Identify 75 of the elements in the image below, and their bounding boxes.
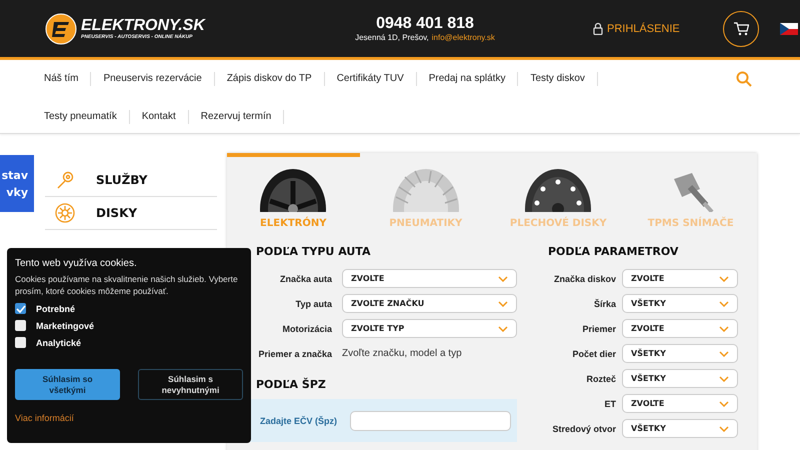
field-label: Značka diskov	[552, 274, 616, 284]
field-label: Značka auta	[278, 274, 332, 284]
steel-rim-icon	[523, 167, 594, 212]
field-label: Rozteč	[585, 374, 616, 384]
cart-button[interactable]	[722, 10, 759, 46]
field-label: Zadajte EČV (Špz)	[260, 416, 338, 426]
phone-number: 0948 401 818	[376, 15, 474, 33]
dropdown-field[interactable]: ZVOLTE ZNAČKU	[342, 294, 517, 313]
chevron-down-icon	[498, 300, 508, 306]
field-label: Šírka	[592, 298, 616, 308]
chevron-down-icon	[719, 276, 729, 282]
chevron-down-icon	[719, 350, 729, 356]
nav-link[interactable]: Testy pneumatík	[32, 110, 130, 124]
field-label: Počet dier	[571, 348, 616, 358]
nav-link[interactable]: Pneuservis rezervácie	[91, 72, 215, 86]
dropdown-field[interactable]: ZVOĽTE	[622, 319, 738, 338]
wheel-icon	[55, 203, 75, 223]
chevron-down-icon	[719, 376, 729, 382]
field-label: Priemer	[581, 324, 616, 334]
checkbox[interactable]	[15, 303, 26, 314]
nav-link[interactable]: Zápis diskov do TP	[214, 72, 325, 86]
field-label: ET	[603, 398, 616, 408]
section-heading: PODĽA TYPU AUTA	[256, 244, 372, 260]
plate-input-field[interactable]	[350, 410, 512, 430]
dialog-text: Cookies používame na skvalitnenie našich služieb. Vyberte prosím, ktoré cookies môžeme používať.	[15, 273, 239, 297]
chevron-down-icon	[719, 300, 729, 306]
sidebar-category[interactable]: DISKY	[45, 197, 217, 230]
nav-link[interactable]: Testy diskov	[518, 72, 598, 86]
address-text: Jesenná 1D, Prešov,	[355, 33, 429, 42]
dropdown-field[interactable]: ZVOĽTE	[622, 269, 738, 288]
sidebar-category[interactable]: SLUŽBY	[45, 164, 217, 197]
section-heading: PODĽA PARAMETROV	[548, 244, 680, 260]
logo-text[interactable]: ELEKTRONY.SK	[81, 16, 205, 34]
field-label: Typ auta	[294, 298, 332, 308]
chevron-down-icon	[719, 426, 729, 432]
checkbox-label: Analytické	[36, 338, 82, 348]
nav-link[interactable]: Kontakt	[130, 110, 189, 124]
hint-text: Zvoľte značku, model a typ	[342, 348, 462, 359]
nav-link[interactable]: Certifikáty TUV	[324, 72, 417, 86]
padlock-icon	[593, 22, 603, 35]
dropdown-field[interactable]: ZVOLTE	[342, 269, 517, 288]
alloy-wheel-icon	[258, 167, 328, 212]
dropdown-field[interactable]: VŠETKY	[622, 344, 738, 363]
tire-icon	[390, 167, 461, 212]
dropdown-field[interactable]: ZVOLTE TYP	[342, 319, 517, 338]
cart-icon	[732, 21, 749, 36]
checkbox[interactable]	[15, 320, 26, 331]
field-label: Priemer a značka	[257, 348, 332, 358]
field-label: Stredový otvor	[551, 424, 616, 434]
dropdown-field[interactable]: VŠETKY	[622, 294, 738, 313]
field-label: Motorizácia	[281, 324, 332, 334]
nav-link[interactable]: Náš tím	[32, 72, 92, 86]
nav-link[interactable]: Predaj na splátky	[416, 72, 518, 86]
chevron-down-icon	[719, 400, 729, 406]
checkbox[interactable]	[15, 337, 26, 348]
dropdown-field[interactable]: VŠETKY	[622, 369, 738, 388]
dropdown-field[interactable]: VŠETKY	[622, 419, 738, 438]
flag-icon[interactable]	[780, 22, 798, 34]
logo-icon	[45, 12, 77, 44]
nav-link[interactable]: Rezervuj termín	[188, 110, 284, 124]
chevron-down-icon	[719, 326, 729, 332]
dialog-title: Tento web využíva cookies.	[15, 258, 138, 269]
configurator-button[interactable]: stav vky	[0, 155, 34, 212]
checkmark-icon	[16, 304, 26, 312]
more-info-link[interactable]: Viac informácií	[15, 413, 243, 423]
checkbox-label: Marketingové	[36, 320, 94, 330]
checkbox-label: Potrebné	[36, 304, 76, 314]
accept-all-button[interactable]: Súhlasim so všetkými	[15, 369, 120, 400]
chevron-down-icon	[498, 276, 508, 282]
email-link[interactable]: info@elektrony.sk	[432, 33, 495, 42]
accept-necessary-button[interactable]: Súhlasim s nevyhnutnými	[138, 369, 243, 400]
section-heading: PODĽA ŠPZ	[256, 376, 327, 393]
dropdown-field[interactable]: ZVOĽTE	[622, 394, 738, 413]
login-link[interactable]: PRIHLÁSENIE	[593, 22, 680, 35]
chevron-down-icon	[498, 326, 508, 332]
